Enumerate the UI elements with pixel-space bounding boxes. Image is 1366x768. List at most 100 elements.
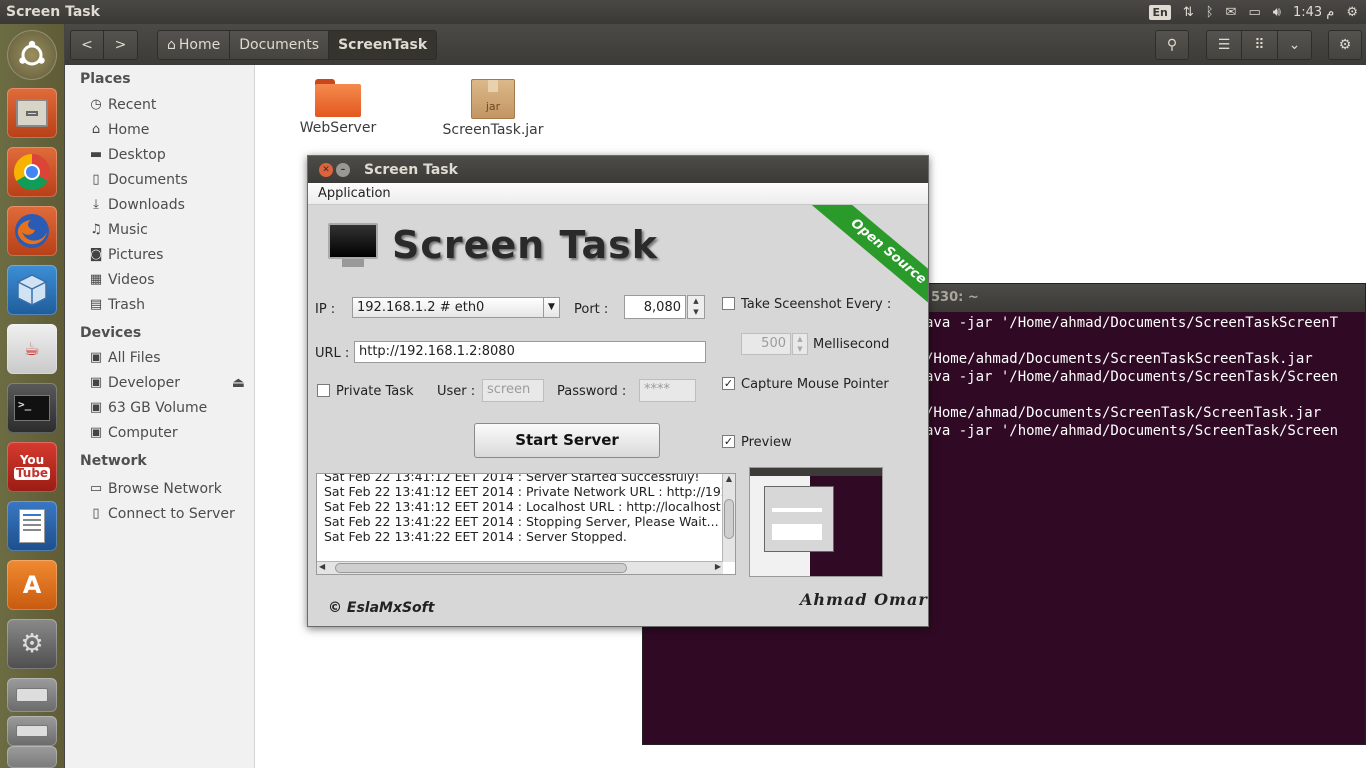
- system-settings-icon[interactable]: ⚙: [7, 619, 57, 669]
- close-button[interactable]: ✕: [319, 162, 333, 177]
- sidebar-item-label: Computer: [108, 424, 178, 441]
- drive-icon-2[interactable]: [7, 716, 57, 746]
- list-view-button[interactable]: ☰: [1206, 29, 1242, 60]
- virtualbox-icon[interactable]: [7, 265, 57, 315]
- firefox-icon[interactable]: [7, 206, 57, 256]
- chevron-down-icon: ⌄: [1288, 36, 1301, 53]
- trash-launcher-icon[interactable]: [7, 746, 57, 768]
- trash-icon: ▤: [89, 297, 103, 312]
- log-area[interactable]: Sat Feb 22 13:41:12 EET 2014 : Server St…: [316, 473, 736, 575]
- forward-button[interactable]: >: [104, 29, 138, 60]
- chrome-icon[interactable]: [7, 147, 57, 197]
- mail-icon[interactable]: ✉: [1226, 5, 1237, 20]
- port-spinner[interactable]: ▲ ▼: [687, 295, 705, 319]
- sidebar-item-connect-server[interactable]: ▯ Connect to Server: [65, 501, 254, 526]
- sidebar-item-browse-network[interactable]: ▭ Browse Network: [65, 476, 254, 501]
- files-icon[interactable]: [7, 88, 57, 138]
- log-horizontal-scrollbar[interactable]: ◀ ▶: [317, 561, 723, 574]
- breadcrumb-home[interactable]: ⌂ Home: [157, 29, 231, 60]
- network-transfer-icon[interactable]: ⇅: [1183, 5, 1194, 20]
- dash-home-icon[interactable]: [7, 30, 57, 80]
- screen-task-window: ✕ – Screen Task Application Open Source …: [307, 155, 929, 627]
- session-gear-icon[interactable]: ⚙: [1346, 5, 1358, 20]
- terminal-icon[interactable]: >_: [7, 383, 57, 433]
- eject-icon[interactable]: ⏏: [232, 375, 245, 391]
- back-button[interactable]: <: [70, 29, 104, 60]
- sidebar-item-desktop[interactable]: ▬ Desktop: [65, 142, 254, 167]
- sidebar-item-label: Documents: [108, 171, 188, 188]
- port-input[interactable]: 8,080: [624, 295, 686, 319]
- screen-task-titlebar[interactable]: ✕ – Screen Task: [308, 156, 928, 183]
- top-panel: Screen Task En ⇅ ᛒ ✉ ▭ 🔊︎ 1:43 م ⚙: [0, 0, 1366, 24]
- preview-checkbox[interactable]: ✓: [722, 435, 735, 448]
- scroll-right-icon[interactable]: ▶: [715, 562, 721, 571]
- bluetooth-icon[interactable]: ᛒ: [1206, 5, 1214, 20]
- drive-icon: ▣: [89, 400, 103, 415]
- preview-thumbnail: [749, 467, 883, 577]
- software-center-icon[interactable]: A: [7, 560, 57, 610]
- screenshot-every-checkbox[interactable]: [722, 297, 735, 310]
- clock[interactable]: 1:43 م: [1293, 5, 1334, 20]
- file-item-webserver[interactable]: WebServer: [283, 79, 393, 136]
- capture-mouse-checkbox[interactable]: ✓: [722, 377, 735, 390]
- sidebar-item-volume[interactable]: ▣ 63 GB Volume: [65, 395, 254, 420]
- breadcrumb-screentask[interactable]: ScreenTask: [329, 29, 438, 60]
- sidebar-item-videos[interactable]: ▦ Videos: [65, 267, 254, 292]
- battery-icon[interactable]: ▭: [1248, 5, 1260, 20]
- back-arrow-icon: <: [81, 36, 93, 53]
- drive-icon[interactable]: [7, 678, 57, 712]
- sidebar-item-recent[interactable]: ◷ Recent: [65, 92, 254, 117]
- menu-application[interactable]: Application: [318, 186, 391, 201]
- grid-view-button[interactable]: ⠿: [1242, 29, 1278, 60]
- spin-up-icon[interactable]: ▲: [793, 334, 807, 344]
- sidebar-item-home[interactable]: ⌂ Home: [65, 117, 254, 142]
- youtube-icon[interactable]: You Tube: [7, 442, 57, 492]
- port-label: Port :: [574, 302, 609, 317]
- ip-select[interactable]: 192.168.1.2 # eth0 ▼: [352, 297, 560, 318]
- folder-icon: ▬: [89, 147, 103, 162]
- log-horizontal-thumb[interactable]: [335, 563, 627, 573]
- spin-up-icon[interactable]: ▲: [688, 296, 704, 307]
- start-server-button[interactable]: Start Server: [474, 423, 660, 458]
- menu-bar: Application: [308, 183, 928, 205]
- file-name: ScreenTask.jar: [442, 122, 544, 138]
- sidebar-item-trash[interactable]: ▤ Trash: [65, 292, 254, 317]
- breadcrumb-documents-label: Documents: [239, 36, 320, 53]
- interval-input[interactable]: 500: [741, 333, 791, 355]
- log-vertical-thumb[interactable]: [724, 499, 734, 539]
- spin-down-icon[interactable]: ▼: [793, 344, 807, 354]
- breadcrumb-documents[interactable]: Documents: [230, 29, 330, 60]
- java-icon[interactable]: ☕: [7, 324, 57, 374]
- file-item-screentask-jar[interactable]: jar ScreenTask.jar: [438, 79, 548, 138]
- camera-icon: ◙: [89, 247, 103, 262]
- user-field[interactable]: screen: [482, 379, 544, 402]
- minimize-button[interactable]: –: [336, 162, 350, 177]
- view-options-button[interactable]: ⌄: [1278, 29, 1312, 60]
- private-task-checkbox[interactable]: [317, 384, 330, 397]
- sidebar-item-computer[interactable]: ▣ Computer: [65, 420, 254, 445]
- log-line: Sat Feb 22 13:41:12 EET 2014 : Server St…: [324, 473, 700, 484]
- keyboard-indicator[interactable]: En: [1149, 4, 1171, 20]
- interval-spinner[interactable]: ▲ ▼: [792, 333, 808, 355]
- search-button[interactable]: ⚲: [1155, 29, 1189, 60]
- sidebar-item-developer[interactable]: ▣ Developer ⏏: [65, 370, 254, 395]
- sidebar-item-documents[interactable]: ▯ Documents: [65, 167, 254, 192]
- scroll-left-icon[interactable]: ◀: [319, 562, 325, 571]
- scroll-up-icon[interactable]: ▲: [723, 474, 735, 483]
- writer-icon[interactable]: [7, 501, 57, 551]
- sidebar-item-downloads[interactable]: ⤓ Downloads: [65, 192, 254, 217]
- log-vertical-scrollbar[interactable]: ▲: [722, 474, 735, 562]
- sidebar-item-label: Music: [108, 221, 148, 238]
- spin-down-icon[interactable]: ▼: [688, 307, 704, 318]
- volume-icon[interactable]: 🔊︎: [1273, 5, 1281, 20]
- ip-select-value: 192.168.1.2 # eth0: [357, 300, 485, 315]
- sidebar-item-music[interactable]: ♫ Music: [65, 217, 254, 242]
- url-field[interactable]: http://192.168.1.2:8080: [354, 341, 706, 363]
- file-name: WebServer: [299, 120, 377, 136]
- sidebar-item-all-files[interactable]: ▣ All Files: [65, 345, 254, 370]
- settings-button[interactable]: ⚙: [1328, 29, 1362, 60]
- password-label: Password :: [557, 384, 627, 399]
- password-field[interactable]: ****: [639, 379, 696, 402]
- sidebar-item-pictures[interactable]: ◙ Pictures: [65, 242, 254, 267]
- home-icon: ⌂: [167, 36, 176, 53]
